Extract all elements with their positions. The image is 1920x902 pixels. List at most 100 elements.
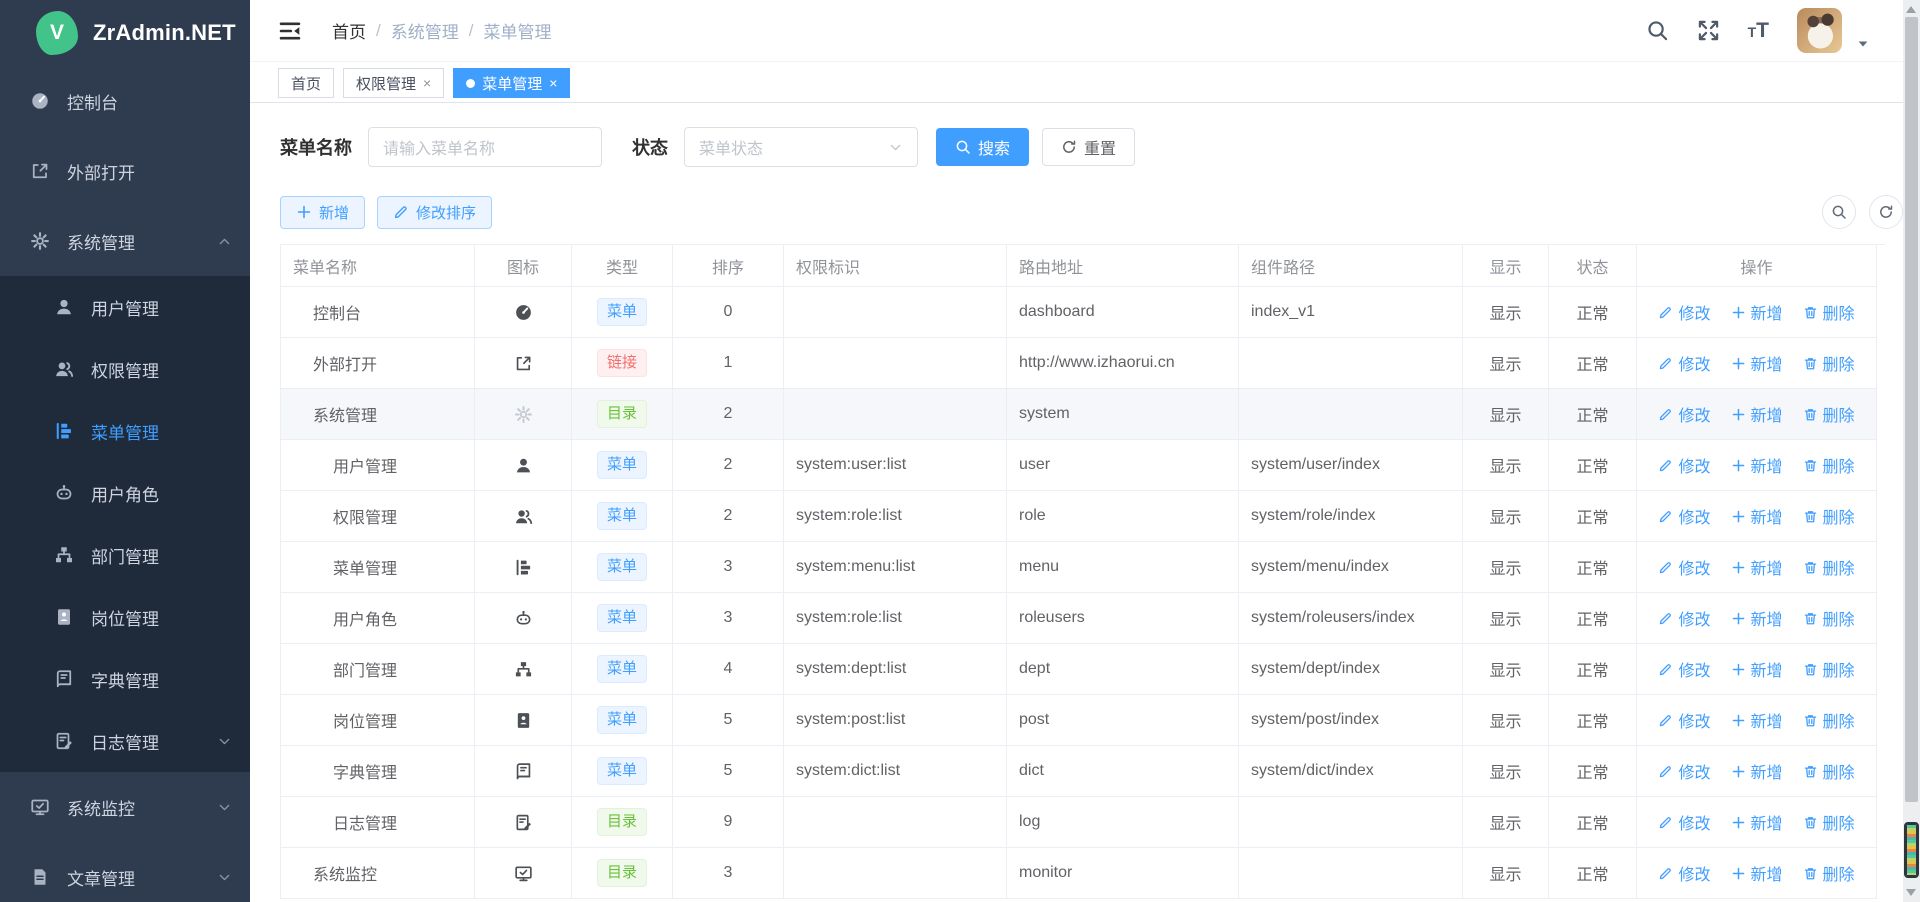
action-修改[interactable]: 修改 — [1658, 759, 1710, 783]
action-删除[interactable]: 删除 — [1803, 810, 1855, 834]
tab-close-icon[interactable]: × — [423, 76, 431, 90]
scrollbar-up-arrow-icon[interactable] — [1906, 6, 1916, 13]
type-tag: 目录 — [597, 859, 647, 887]
action-修改[interactable]: 修改 — [1658, 300, 1710, 324]
tab-label: 权限管理 — [356, 73, 416, 94]
action-修改[interactable]: 修改 — [1658, 351, 1710, 375]
tab-首页[interactable]: 首页 — [278, 68, 334, 98]
trash-icon — [1803, 815, 1818, 830]
action-修改[interactable]: 修改 — [1658, 606, 1710, 630]
tab-菜单管理[interactable]: 菜单管理× — [453, 68, 570, 98]
action-删除[interactable]: 删除 — [1803, 504, 1855, 528]
page-scrollbar[interactable] — [1903, 0, 1920, 902]
avatar[interactable] — [1797, 8, 1842, 53]
show-search-button[interactable] — [1822, 195, 1856, 229]
action-修改[interactable]: 修改 — [1658, 657, 1710, 681]
action-新增[interactable]: 新增 — [1731, 300, 1783, 324]
action-删除[interactable]: 删除 — [1803, 657, 1855, 681]
add-button[interactable]: 新增 — [280, 196, 365, 229]
dict-book-icon — [514, 762, 533, 781]
cell-perm: system:menu:list — [784, 542, 1007, 593]
sidebar-item-系统管理[interactable]: 系统管理 — [0, 206, 250, 276]
sidebar-item-权限管理[interactable]: 权限管理 — [0, 338, 250, 400]
action-新增[interactable]: 新增 — [1731, 708, 1783, 732]
sidebar-item-label: 字典管理 — [91, 667, 159, 692]
cell-component — [1239, 338, 1463, 389]
pencil-icon — [1658, 560, 1673, 575]
brand[interactable]: V ZrAdmin.NET — [0, 0, 250, 66]
tree-expand-right-icon[interactable] — [293, 867, 306, 880]
scrollbar-thumb[interactable] — [1905, 17, 1918, 802]
action-新增[interactable]: 新增 — [1731, 810, 1783, 834]
action-新增[interactable]: 新增 — [1731, 861, 1783, 885]
breadcrumb-item[interactable]: 系统管理 — [391, 18, 459, 43]
action-删除[interactable]: 删除 — [1803, 555, 1855, 579]
cell-status: 正常 — [1549, 542, 1637, 593]
cell-status: 正常 — [1549, 389, 1637, 440]
tree-expand-right-icon[interactable] — [313, 714, 326, 727]
sidebar-item-字典管理[interactable]: 字典管理 — [0, 648, 250, 710]
status-select[interactable]: 菜单状态 — [684, 127, 918, 167]
action-新增[interactable]: 新增 — [1731, 453, 1783, 477]
tree-expand-right-icon[interactable] — [313, 510, 326, 523]
user-menu-caret-icon[interactable] — [1856, 37, 1870, 51]
tree-expand-right-icon[interactable] — [313, 459, 326, 472]
modify-sort-button[interactable]: 修改排序 — [377, 196, 492, 229]
tree-expand-right-icon[interactable] — [313, 561, 326, 574]
table-body: 控制台菜单0dashboardindex_v1显示正常修改新增删除外部打开链接1… — [281, 287, 1885, 899]
sidebar-item-系统监控[interactable]: 系统监控 — [0, 772, 250, 842]
tab-权限管理[interactable]: 权限管理 × — [343, 68, 444, 98]
action-删除[interactable]: 删除 — [1803, 708, 1855, 732]
action-删除[interactable]: 删除 — [1803, 453, 1855, 477]
tree-expand-right-icon[interactable] — [313, 765, 326, 778]
sidebar-item-岗位管理[interactable]: 岗位管理 — [0, 586, 250, 648]
sidebar-item-部门管理[interactable]: 部门管理 — [0, 524, 250, 586]
fullscreen-icon[interactable] — [1697, 19, 1720, 42]
refresh-table-button[interactable] — [1869, 195, 1903, 229]
search-icon[interactable] — [1646, 19, 1669, 42]
action-修改[interactable]: 修改 — [1658, 555, 1710, 579]
plus-icon — [1731, 356, 1746, 371]
scrollbar-down-arrow-icon[interactable] — [1906, 889, 1916, 896]
action-删除[interactable]: 删除 — [1803, 402, 1855, 426]
reset-button[interactable]: 重置 — [1042, 128, 1135, 166]
action-修改[interactable]: 修改 — [1658, 708, 1710, 732]
action-删除[interactable]: 删除 — [1803, 300, 1855, 324]
action-修改[interactable]: 修改 — [1658, 504, 1710, 528]
action-新增[interactable]: 新增 — [1731, 759, 1783, 783]
action-删除[interactable]: 删除 — [1803, 351, 1855, 375]
action-修改[interactable]: 修改 — [1658, 861, 1710, 885]
tree-expand-right-icon[interactable] — [313, 612, 326, 625]
action-新增[interactable]: 新增 — [1731, 657, 1783, 681]
tab-close-icon[interactable]: × — [549, 76, 557, 90]
scrollbar-extension-widget[interactable] — [1904, 822, 1919, 878]
sidebar-item-label: 用户管理 — [91, 295, 159, 320]
breadcrumb-item[interactable]: 首页 — [332, 18, 366, 43]
sidebar-item-日志管理[interactable]: 日志管理 — [0, 710, 250, 772]
action-删除[interactable]: 删除 — [1803, 606, 1855, 630]
action-新增[interactable]: 新增 — [1731, 606, 1783, 630]
sidebar-collapse-icon[interactable] — [278, 19, 302, 43]
sidebar-item-用户角色[interactable]: 用户角色 — [0, 462, 250, 524]
action-删除[interactable]: 删除 — [1803, 759, 1855, 783]
sidebar-item-控制台[interactable]: 控制台 — [0, 66, 250, 136]
tree-expand-right-icon[interactable] — [313, 663, 326, 676]
sidebar-item-菜单管理[interactable]: 菜单管理 — [0, 400, 250, 462]
search-button[interactable]: 搜索 — [936, 128, 1029, 166]
action-修改[interactable]: 修改 — [1658, 402, 1710, 426]
menu-name-input[interactable]: 请输入菜单名称 — [368, 127, 602, 167]
sidebar-item-外部打开[interactable]: 外部打开 — [0, 136, 250, 206]
action-新增[interactable]: 新增 — [1731, 504, 1783, 528]
action-新增[interactable]: 新增 — [1731, 351, 1783, 375]
sidebar-item-文章管理[interactable]: 文章管理 — [0, 842, 250, 902]
sidebar-item-用户管理[interactable]: 用户管理 — [0, 276, 250, 338]
tree-expand-right-icon[interactable] — [313, 816, 326, 829]
action-删除[interactable]: 删除 — [1803, 861, 1855, 885]
action-新增[interactable]: 新增 — [1731, 555, 1783, 579]
action-新增[interactable]: 新增 — [1731, 402, 1783, 426]
breadcrumb-item[interactable]: 菜单管理 — [483, 18, 551, 43]
tree-expand-down-icon[interactable] — [293, 408, 306, 421]
action-修改[interactable]: 修改 — [1658, 453, 1710, 477]
font-size-icon[interactable]: TT — [1748, 20, 1769, 41]
action-修改[interactable]: 修改 — [1658, 810, 1710, 834]
